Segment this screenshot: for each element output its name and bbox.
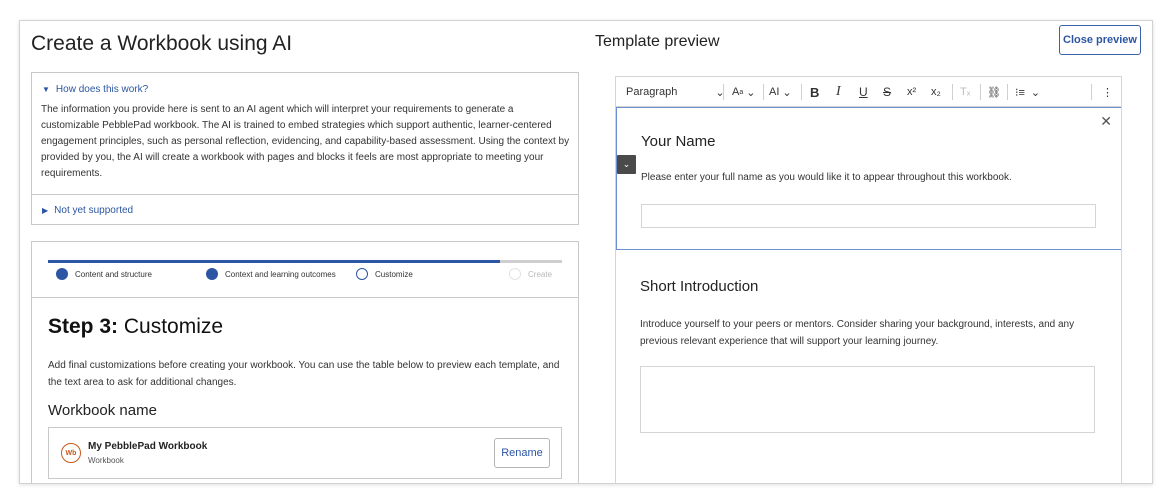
toolbar-divider: [801, 84, 802, 100]
list-button[interactable]: ⁝≡ ⌄: [1015, 77, 1040, 107]
chevron-down-icon: ⌄: [782, 86, 792, 99]
progress-fill: [48, 260, 501, 263]
preview-title: Template preview: [595, 33, 720, 50]
italic-button[interactable]: I: [836, 77, 841, 107]
workbook-name-label: Workbook name: [48, 402, 157, 419]
step-customize: Customize: [356, 268, 413, 280]
step-create: Create: [509, 268, 552, 280]
accordion-how-it-works-label: How does this work?: [55, 84, 149, 95]
page-title: Create a Workbook using AI: [31, 32, 293, 55]
editor-toolbar: Paragraph ⌄ Aa ⌄ AI ⌄ B I U S x² x₂ Tₓ ⛓: [616, 77, 1121, 107]
step-heading-name: Customize: [118, 315, 224, 338]
bold-button[interactable]: B: [810, 77, 819, 107]
link-icon[interactable]: ⛓: [987, 77, 1001, 107]
step-label: Create: [528, 269, 553, 279]
toolbar-divider: [763, 84, 764, 100]
subscript-button[interactable]: x₂: [931, 77, 941, 107]
progress-track: [48, 260, 562, 263]
step-current-icon: [356, 268, 368, 280]
info-accordion: ▼ How does this work? The information yo…: [31, 72, 579, 225]
expanded-triangle-icon: ▼: [42, 85, 50, 94]
font-size-icon: A: [732, 86, 740, 98]
step-done-icon: [206, 268, 218, 280]
accordion-divider: [32, 194, 578, 195]
toolbar-divider: [1091, 84, 1092, 100]
toolbar-divider: [952, 84, 953, 100]
template-preview-pane: Paragraph ⌄ Aa ⌄ AI ⌄ B I U S x² x₂ Tₓ ⛓: [615, 76, 1122, 483]
collapsed-triangle-icon: ▶: [42, 206, 49, 215]
collapse-toggle-icon[interactable]: ⌄: [617, 155, 636, 174]
block-title: Short Introduction: [640, 278, 759, 295]
step-label: Customize: [375, 269, 413, 279]
toolbar-divider: [980, 84, 981, 100]
font-size-sup: a: [739, 88, 744, 96]
toolbar-divider: [723, 84, 724, 100]
superscript-button[interactable]: x²: [907, 77, 916, 107]
name-input[interactable]: [641, 204, 1096, 228]
bulleted-list-icon: ⁝≡: [1015, 86, 1025, 99]
step-content-structure: Content and structure: [56, 268, 152, 280]
font-size-button[interactable]: Aa ⌄: [732, 77, 755, 107]
workbook-type: Workbook: [88, 456, 124, 465]
chevron-down-icon: ⌄: [746, 86, 756, 99]
card-divider: [32, 297, 578, 298]
more-options-icon[interactable]: ⋮: [1102, 77, 1113, 107]
toolbar-divider: [1007, 84, 1008, 100]
block-text: Introduce yourself to your peers or ment…: [640, 319, 1075, 347]
block-title: Your Name: [641, 133, 716, 150]
accordion-how-it-works[interactable]: ▼ How does this work?: [42, 84, 148, 95]
workbook-name-box: Wb My PebblePad Workbook Workbook Rename: [48, 427, 562, 479]
block-text: Please enter your full name as you would…: [641, 172, 1012, 183]
paragraph-style-value: Paragraph: [626, 86, 678, 98]
accordion-not-supported[interactable]: ▶ Not yet supported: [42, 205, 133, 216]
rename-button[interactable]: Rename: [494, 438, 550, 468]
preview-block-your-name[interactable]: ✕ Your Name Please enter your full name …: [616, 107, 1121, 250]
step-pending-icon: [509, 268, 521, 280]
ai-assist-button[interactable]: AI ⌄: [769, 77, 792, 107]
chevron-down-icon: ⌄: [1030, 86, 1041, 99]
step-heading: Step 3: Customize: [48, 315, 223, 339]
accordion-how-it-works-body: The information you provide here is sent…: [41, 104, 570, 179]
step-heading-number: Step 3:: [48, 315, 119, 338]
ai-icon: AI: [769, 86, 780, 98]
step-description: Add final customizations before creating…: [48, 360, 560, 388]
close-preview-button[interactable]: Close preview: [1059, 25, 1141, 55]
app-frame: Create a Workbook using AI ▼ How does th…: [19, 20, 1153, 484]
workbook-name: My PebblePad Workbook: [88, 441, 208, 452]
introduction-textarea[interactable]: [640, 366, 1095, 433]
workbook-icon: Wb: [61, 443, 81, 463]
paragraph-style-select[interactable]: Paragraph ⌄: [626, 77, 725, 107]
close-icon[interactable]: ✕: [1100, 113, 1112, 130]
strikethrough-button[interactable]: S: [883, 77, 891, 107]
step-context-outcomes: Context and learning outcomes: [206, 268, 336, 280]
step-done-icon: [56, 268, 68, 280]
underline-button[interactable]: U: [859, 77, 868, 107]
step-label: Context and learning outcomes: [225, 269, 336, 279]
accordion-not-supported-label: Not yet supported: [54, 205, 134, 216]
clear-formatting-button[interactable]: Tₓ: [960, 77, 970, 107]
step-label: Content and structure: [75, 269, 152, 279]
wizard-card: Content and structure Context and learni…: [31, 241, 579, 483]
